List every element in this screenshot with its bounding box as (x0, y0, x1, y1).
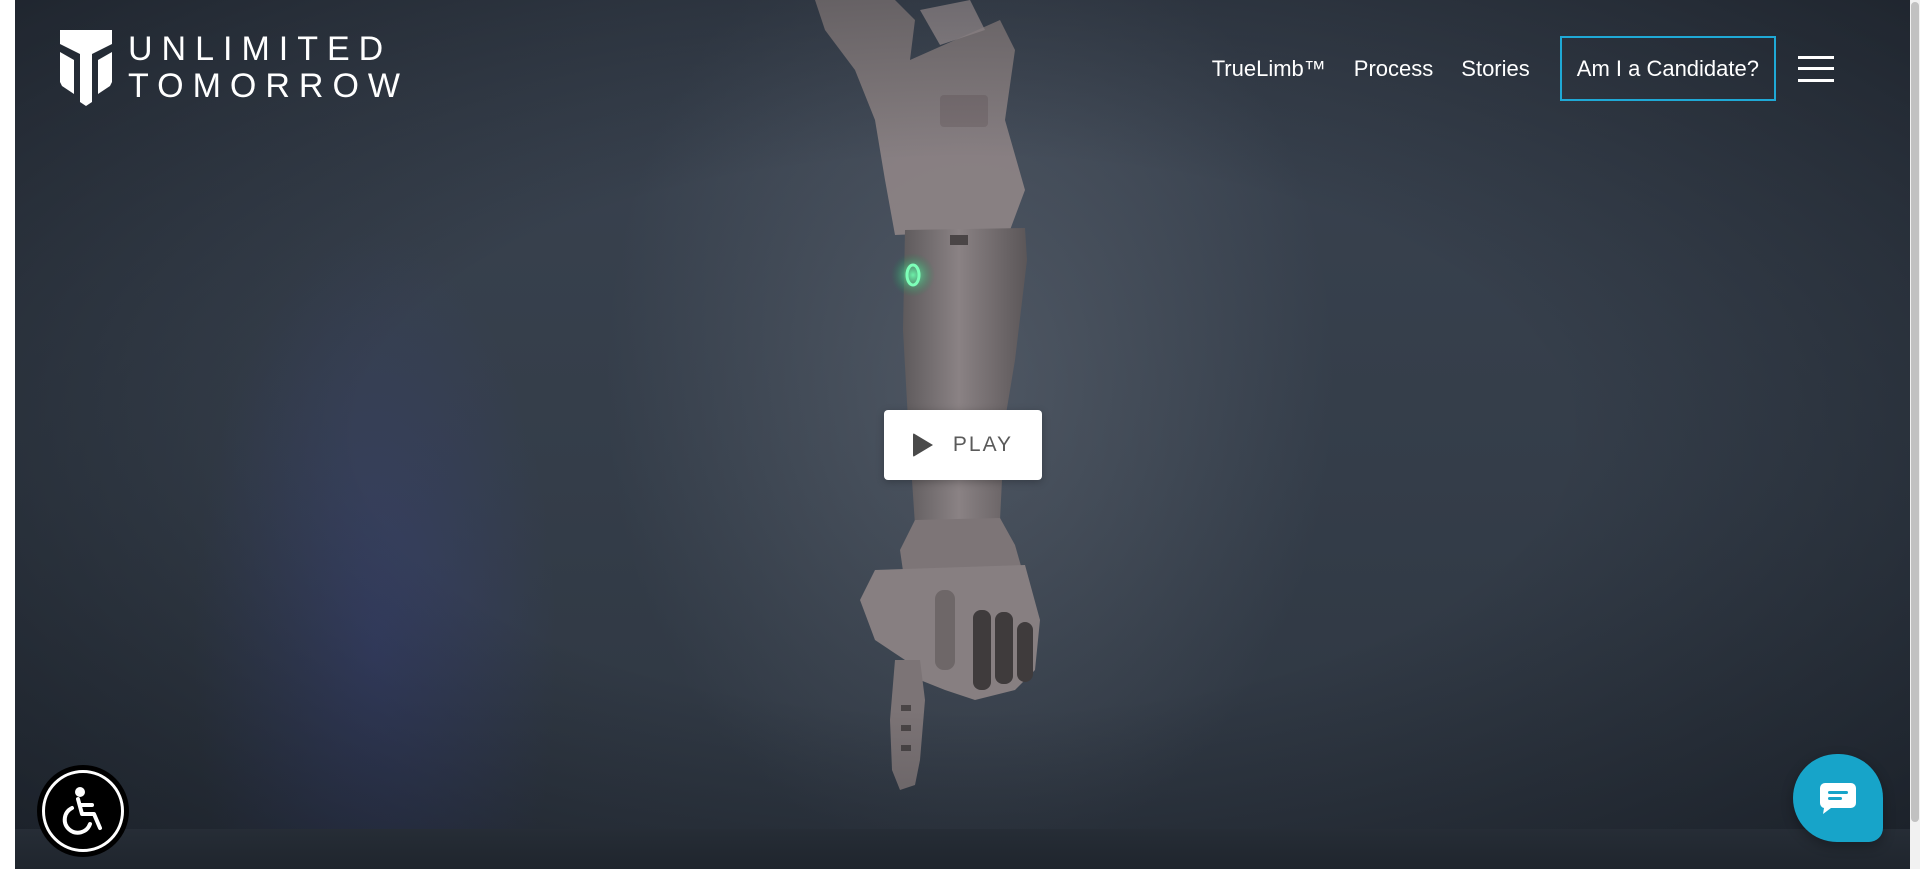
play-label: PLAY (952, 433, 1014, 456)
hamburger-menu-icon[interactable] (1798, 55, 1834, 82)
shield-logo-icon (60, 30, 112, 106)
play-icon (912, 433, 933, 457)
left-gutter (0, 0, 15, 869)
logo-wordmark: UNLIMITED TOMORROW (128, 31, 409, 105)
hamburger-line (1798, 67, 1834, 70)
hero-floor (15, 829, 1910, 869)
site-logo[interactable]: UNLIMITED TOMORROW (60, 30, 409, 106)
hamburger-line (1798, 78, 1834, 82)
chat-button[interactable] (1793, 754, 1883, 842)
nav-link-stories[interactable]: Stories (1461, 56, 1529, 82)
nav-link-truelimb[interactable]: TrueLimb™ (1212, 56, 1326, 82)
main-nav: TrueLimb™ Process Stories Am I a Candida… (1184, 36, 1834, 101)
page: UNLIMITED TOMORROW TrueLimb™ Process Sto… (0, 0, 1920, 869)
logo-line-1: UNLIMITED (128, 30, 393, 68)
accessibility-ring (42, 770, 124, 852)
scrollbar-thumb[interactable] (1911, 2, 1919, 822)
nav-link-process[interactable]: Process (1354, 56, 1433, 82)
am-i-a-candidate-button[interactable]: Am I a Candidate? (1559, 36, 1776, 101)
page-scrollbar[interactable] (1910, 0, 1920, 869)
logo-line-2: TOMORROW (128, 67, 410, 105)
play-video-button[interactable]: PLAY (884, 410, 1042, 480)
chat-bubble-icon (1819, 783, 1856, 814)
hamburger-line (1798, 55, 1834, 59)
accessibility-button[interactable] (37, 765, 129, 857)
accessibility-wheelchair-icon (62, 787, 102, 835)
